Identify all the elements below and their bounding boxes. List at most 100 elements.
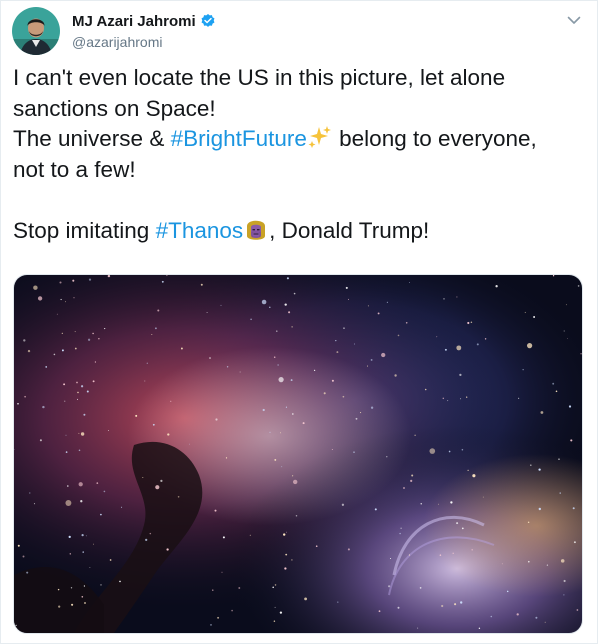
tweet-line: Stop imitating [13, 217, 156, 243]
star [533, 316, 536, 318]
star [522, 369, 524, 371]
star [166, 275, 168, 277]
star [69, 553, 72, 555]
star [552, 275, 555, 277]
tweet-line: The universe & [13, 126, 171, 151]
star [278, 376, 284, 383]
hashtag-thanos-link[interactable]: #Thanos [156, 218, 244, 243]
star [231, 609, 233, 612]
star [291, 326, 293, 328]
star [78, 449, 81, 452]
star [331, 448, 333, 450]
star [217, 616, 220, 619]
star [516, 613, 519, 616]
star [331, 379, 334, 382]
star [291, 559, 293, 561]
star [459, 373, 462, 377]
tweet-media[interactable] [13, 274, 583, 634]
star [26, 571, 29, 574]
star [37, 296, 43, 301]
star [269, 306, 271, 309]
star [378, 610, 381, 613]
star [80, 385, 84, 388]
star [567, 338, 569, 340]
star [527, 521, 530, 524]
star [220, 304, 222, 306]
star [149, 532, 152, 535]
author-names: MJ Azari Jahromi @azarijahromi [72, 11, 216, 50]
star [347, 548, 350, 551]
star [85, 535, 87, 537]
chevron-down-icon[interactable] [565, 11, 583, 29]
star [151, 333, 153, 336]
star [367, 305, 369, 307]
star [559, 492, 561, 494]
star [388, 585, 391, 588]
star [152, 423, 155, 426]
star [442, 397, 445, 400]
avatar[interactable] [12, 7, 60, 55]
star [292, 475, 294, 477]
star [518, 397, 520, 399]
star [302, 422, 305, 425]
star [467, 321, 470, 325]
star [86, 390, 89, 393]
star [29, 492, 31, 494]
star [273, 356, 276, 359]
star [71, 603, 74, 606]
star [284, 567, 287, 570]
star [450, 501, 453, 504]
star [276, 330, 278, 332]
star [466, 396, 468, 398]
star [429, 448, 436, 454]
star [189, 443, 191, 445]
star [279, 432, 282, 434]
star [92, 332, 94, 335]
star [323, 392, 326, 395]
star [277, 364, 279, 366]
star [100, 513, 102, 516]
star [65, 434, 67, 436]
display-name[interactable]: MJ Azari Jahromi [72, 13, 196, 30]
star [39, 439, 42, 442]
star [53, 353, 56, 356]
hashtag-brightfuture-link[interactable]: #BrightFuture [171, 126, 307, 151]
star [76, 381, 78, 384]
star [42, 405, 45, 409]
tweet-line: belong to everyone, [332, 126, 537, 151]
star [360, 412, 362, 414]
star [366, 365, 369, 367]
star [98, 338, 100, 340]
star [215, 418, 218, 421]
star [555, 390, 558, 393]
star [269, 431, 271, 433]
star [386, 456, 388, 458]
star [456, 522, 459, 525]
star [394, 374, 397, 377]
star [335, 339, 337, 342]
star [273, 620, 276, 622]
author-handle[interactable]: @azarijahromi [72, 34, 216, 50]
star [154, 327, 157, 330]
star [291, 413, 294, 415]
star [66, 485, 69, 487]
star [68, 535, 71, 539]
star [568, 405, 572, 408]
star [337, 601, 339, 603]
star [461, 448, 464, 451]
star [22, 555, 25, 558]
star [538, 468, 541, 471]
star [24, 395, 26, 398]
star [288, 311, 291, 314]
star [170, 400, 172, 402]
star [397, 606, 400, 609]
star [59, 281, 62, 284]
star [285, 406, 287, 408]
star [83, 413, 86, 416]
star [476, 343, 479, 346]
star [563, 330, 565, 332]
star [484, 338, 487, 340]
star [410, 479, 413, 482]
star [17, 403, 19, 405]
star [145, 538, 148, 542]
